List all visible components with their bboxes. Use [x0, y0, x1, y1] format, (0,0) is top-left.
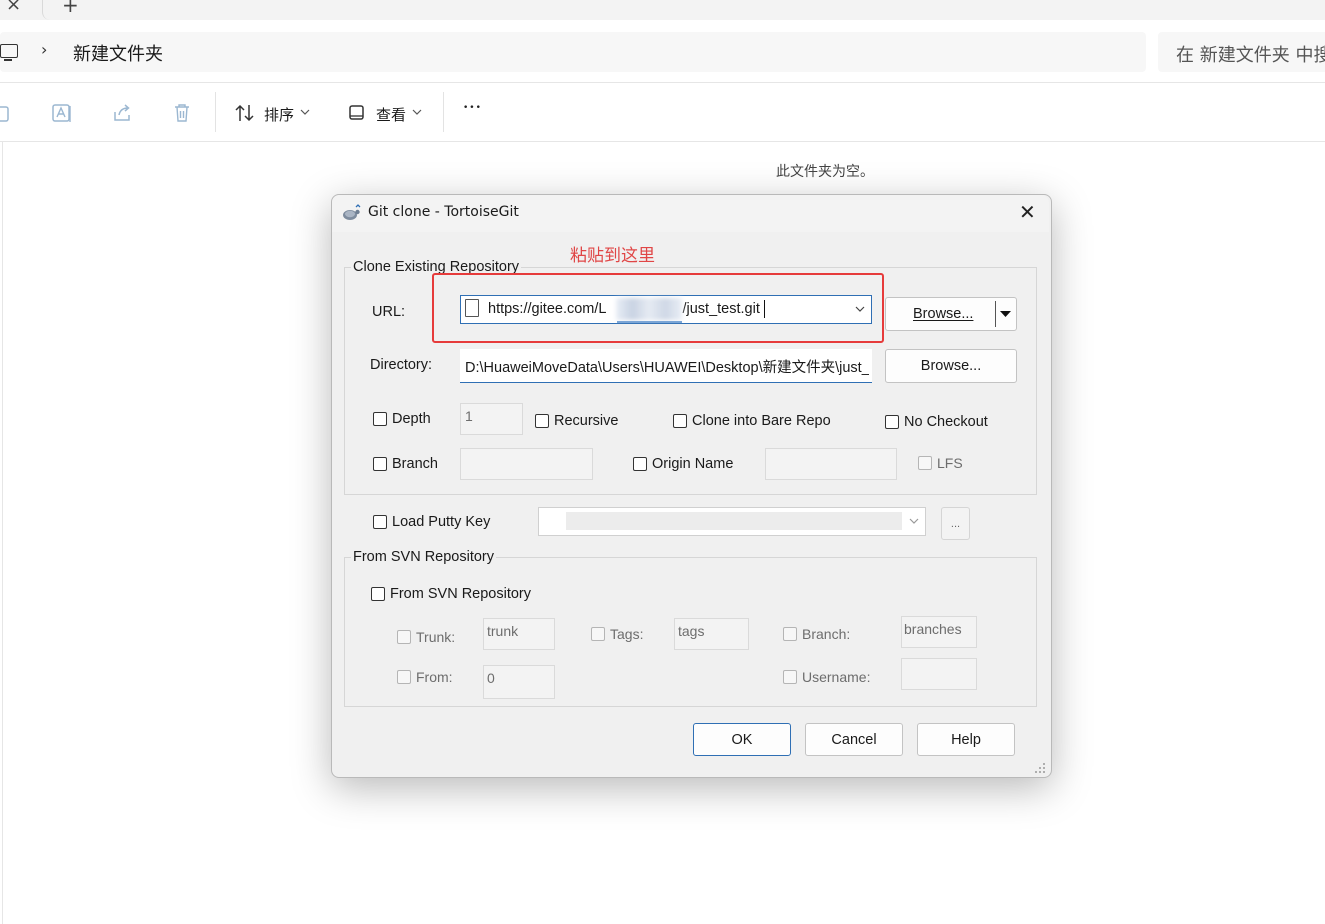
command-bar: [0, 83, 1325, 142]
more-options-icon[interactable]: •••: [463, 103, 482, 113]
url-label: URL:: [372, 304, 406, 320]
from-svn-label: From SVN Repository: [390, 586, 532, 602]
putty-key-browse-label: ...: [950, 517, 961, 530]
svn-username-label: Username:: [802, 669, 871, 685]
svn-tags-label: Tags:: [610, 626, 644, 642]
svn-username-input[interactable]: [901, 658, 977, 690]
view-icon[interactable]: [348, 104, 366, 122]
directory-value: D:\HuaweiMoveData\Users\HUAWEI\Desktop\新…: [465, 360, 869, 376]
breadcrumb-chevron-icon[interactable]: ›: [41, 40, 47, 59]
svn-tags-value: tags: [678, 623, 705, 639]
svn-branch-label: Branch:: [802, 626, 851, 642]
recursive-label: Recursive: [554, 413, 619, 429]
sort-chevron-down-icon: [300, 109, 310, 115]
svn-trunk-value: trunk: [487, 623, 519, 639]
load-putty-key-label: Load Putty Key: [392, 514, 491, 530]
sort-icon[interactable]: [234, 103, 256, 123]
browse-directory-label: Browse...: [920, 358, 982, 374]
origin-name-checkbox[interactable]: [633, 457, 647, 471]
toolbar-separator: [443, 92, 444, 132]
svn-tags-checkbox[interactable]: [591, 627, 605, 641]
rename-icon[interactable]: [51, 102, 73, 124]
no-checkout-label: No Checkout: [904, 414, 988, 430]
tab-strip: [42, 0, 1325, 20]
help-button[interactable]: Help: [917, 723, 1015, 756]
dialog-close-icon[interactable]: ✕: [1019, 200, 1036, 224]
split-button-divider: [995, 301, 996, 327]
putty-key-chevron-down-icon[interactable]: [909, 517, 919, 525]
svn-branch-checkbox[interactable]: [783, 627, 797, 641]
toolbar-separator: [215, 92, 216, 132]
from-svn-checkbox[interactable]: [371, 587, 385, 601]
annotation-label: 粘贴到这里: [570, 246, 655, 266]
resize-grip-icon[interactable]: [1034, 762, 1046, 774]
branch-input[interactable]: [460, 448, 593, 480]
this-pc-icon-stand: [4, 59, 12, 61]
navigation-pane-divider: [2, 142, 3, 924]
dialog-title: Git clone - TortoiseGit: [368, 204, 519, 220]
cancel-button[interactable]: Cancel: [805, 723, 903, 756]
close-tab-icon[interactable]: ×: [6, 0, 21, 15]
address-field[interactable]: [0, 32, 1146, 72]
lfs-checkbox[interactable]: [918, 456, 932, 470]
delete-icon[interactable]: [171, 102, 193, 124]
directory-label: Directory:: [370, 357, 433, 373]
browse-url-label: Browse...: [913, 306, 974, 322]
browse-directory-button[interactable]: Browse...: [885, 349, 1017, 383]
new-tab-icon[interactable]: +: [62, 0, 79, 17]
origin-name-input[interactable]: [765, 448, 897, 480]
depth-value: 1: [465, 408, 473, 424]
ok-button[interactable]: OK: [693, 723, 791, 756]
this-pc-icon[interactable]: [0, 44, 18, 58]
sort-button[interactable]: 排序: [264, 104, 294, 125]
copy-icon[interactable]: [0, 103, 12, 123]
annotation-highlight-box: [432, 273, 884, 343]
branch-checkbox[interactable]: [373, 457, 387, 471]
svn-trunk-checkbox[interactable]: [397, 630, 411, 644]
depth-label: Depth: [392, 411, 431, 427]
lfs-label: LFS: [937, 455, 963, 471]
load-putty-key-checkbox[interactable]: [373, 515, 387, 529]
branch-label: Branch: [392, 456, 438, 472]
bare-repo-label: Clone into Bare Repo: [692, 413, 831, 429]
svn-group-legend: From SVN Repository: [351, 549, 497, 565]
svn-from-checkbox[interactable]: [397, 670, 411, 684]
browse-url-button[interactable]: Browse...: [885, 297, 1017, 331]
ok-button-label: OK: [731, 731, 753, 748]
svn-username-checkbox[interactable]: [783, 670, 797, 684]
view-button[interactable]: 查看: [376, 104, 406, 125]
svn-branch-value: branches: [904, 621, 962, 637]
no-checkout-checkbox[interactable]: [885, 415, 899, 429]
depth-checkbox[interactable]: [373, 412, 387, 426]
share-icon[interactable]: [111, 102, 133, 124]
bare-repo-checkbox[interactable]: [673, 414, 687, 428]
origin-name-label: Origin Name: [652, 456, 734, 472]
cancel-button-label: Cancel: [831, 731, 877, 748]
recursive-checkbox[interactable]: [535, 414, 549, 428]
help-button-label: Help: [951, 731, 981, 748]
svn-from-label: From:: [416, 669, 453, 685]
putty-key-value: [566, 512, 902, 530]
empty-folder-message: 此文件夹为空。: [776, 164, 874, 180]
tortoisegit-icon: [343, 204, 361, 220]
view-chevron-down-icon: [412, 109, 422, 115]
browse-dropdown-arrow-icon[interactable]: [999, 310, 1012, 318]
putty-key-browse-button[interactable]: ...: [941, 507, 970, 540]
svn-trunk-label: Trunk:: [416, 629, 456, 645]
svn-from-value: 0: [487, 670, 495, 686]
breadcrumb-folder[interactable]: 新建文件夹: [73, 40, 163, 66]
search-placeholder: 在 新建文件夹 中搜: [1176, 45, 1325, 66]
